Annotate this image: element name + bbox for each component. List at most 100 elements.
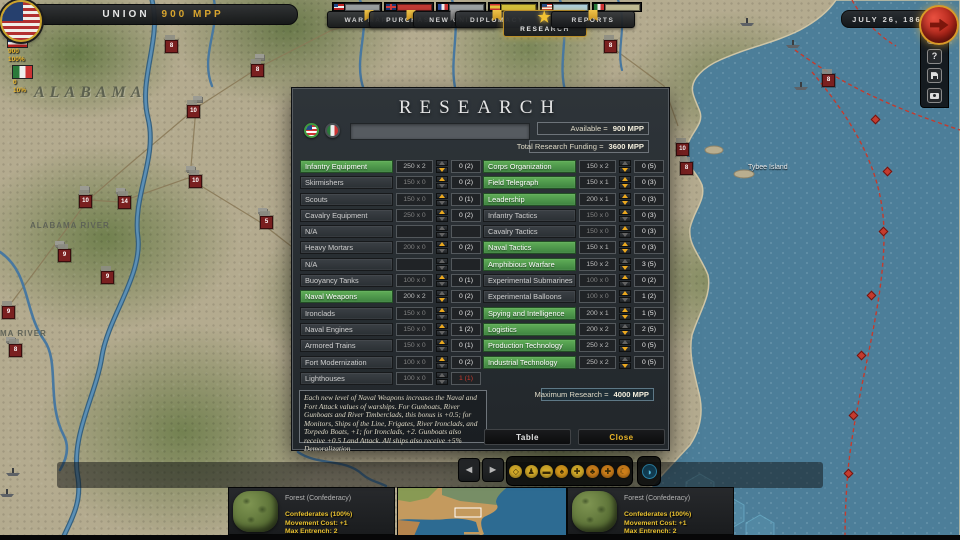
spinner-down-button[interactable]	[619, 297, 631, 303]
spinner-down-button[interactable]	[436, 216, 448, 222]
spinner-up-button[interactable]	[436, 307, 448, 313]
spinner-down-button[interactable]	[436, 183, 448, 189]
ship-unit[interactable]	[740, 18, 754, 26]
spinner-down-button[interactable]	[436, 265, 448, 271]
help-button[interactable]: ?	[927, 49, 942, 64]
map-unit[interactable]: 10	[189, 175, 202, 188]
spinner-down-button[interactable]	[619, 248, 631, 254]
spinner-down-button[interactable]	[619, 363, 631, 369]
research-name[interactable]: Infantry Equipment	[300, 160, 393, 173]
spinner-up-button[interactable]	[436, 323, 448, 329]
research-name[interactable]: N/A	[300, 225, 393, 238]
map-unit[interactable]: 8	[165, 40, 178, 53]
close-button[interactable]: Close	[578, 429, 665, 445]
research-name[interactable]: Lighthouses	[300, 372, 393, 385]
spinner-up-button[interactable]	[619, 160, 631, 166]
spinner-down-button[interactable]	[436, 363, 448, 369]
research-name[interactable]: Scouts	[300, 193, 393, 206]
spinner-down-button[interactable]	[619, 314, 631, 320]
map-toggle-icon[interactable]: ♟	[525, 465, 538, 478]
spinner-down-button[interactable]	[619, 330, 631, 336]
research-name[interactable]: Logistics	[483, 323, 576, 336]
map-unit[interactable]: 8	[604, 40, 617, 53]
spinner-up-button[interactable]	[436, 339, 448, 345]
map-toggle-icon[interactable]: ▬	[540, 465, 553, 478]
research-name[interactable]: Buoyancy Tanks	[300, 274, 393, 287]
map-unit[interactable]: 9	[58, 249, 71, 262]
research-name[interactable]: Fort Modernization	[300, 356, 393, 369]
spinner-up-button[interactable]	[436, 193, 448, 199]
research-name[interactable]: Experimental Balloons	[483, 290, 576, 303]
table-button[interactable]: Table	[484, 429, 571, 445]
spinner-up-button[interactable]	[619, 209, 631, 215]
research-name[interactable]: Naval Engines	[300, 323, 393, 336]
usa-flag-button[interactable]	[304, 123, 319, 138]
minimap[interactable]	[397, 487, 567, 537]
spinner-up-button[interactable]	[436, 225, 448, 231]
research-name[interactable]: Infantry Tactics	[483, 209, 576, 222]
spinner-down-button[interactable]	[619, 216, 631, 222]
research-name[interactable]: Amphibious Warfare	[483, 258, 576, 271]
spinner-down-button[interactable]	[436, 200, 448, 206]
research-name[interactable]: Skirmishers	[300, 176, 393, 189]
ship-unit[interactable]	[6, 468, 20, 476]
spinner-up-button[interactable]	[619, 225, 631, 231]
map-toggle-icon[interactable]: ☾	[617, 465, 630, 478]
map-unit[interactable]: 14	[118, 196, 131, 209]
save-button[interactable]	[927, 68, 942, 83]
research-name[interactable]: Experimental Submarines	[483, 274, 576, 287]
research-name[interactable]: Armored Trains	[300, 339, 393, 352]
map-unit[interactable]: 9	[101, 271, 114, 284]
map-unit[interactable]: 10	[79, 195, 92, 208]
info-toggle-button[interactable]: ◑	[637, 456, 661, 486]
map-unit[interactable]: 8	[822, 74, 835, 87]
spinner-down-button[interactable]	[436, 281, 448, 287]
research-name[interactable]: Spying and Intelligence	[483, 307, 576, 320]
spinner-down-button[interactable]	[436, 379, 448, 385]
country-select-bar[interactable]	[350, 123, 530, 140]
spinner-down-button[interactable]	[619, 200, 631, 206]
spinner-down-button[interactable]	[619, 346, 631, 352]
spinner-down-button[interactable]	[436, 330, 448, 336]
spinner-up-button[interactable]	[619, 241, 631, 247]
spinner-up-button[interactable]	[619, 274, 631, 280]
spinner-up-button[interactable]	[619, 323, 631, 329]
research-name[interactable]: Field Telegraph	[483, 176, 576, 189]
spinner-up-button[interactable]	[436, 290, 448, 296]
research-name[interactable]: Leadership	[483, 193, 576, 206]
next-unit-button[interactable]: ►	[482, 458, 504, 482]
ship-unit[interactable]	[786, 40, 800, 48]
map-toggle-icon[interactable]: ♣	[586, 465, 599, 478]
map-unit[interactable]: 8	[9, 344, 22, 357]
spinner-down-button[interactable]	[436, 232, 448, 238]
spinner-up-button[interactable]	[436, 258, 448, 264]
ship-unit[interactable]	[794, 82, 808, 90]
map-toggle-icon[interactable]: ◇	[509, 465, 522, 478]
ship-unit[interactable]	[0, 489, 14, 497]
spinner-down-button[interactable]	[619, 183, 631, 189]
spinner-down-button[interactable]	[436, 346, 448, 352]
spinner-up-button[interactable]	[619, 339, 631, 345]
menu-button[interactable]: Reports	[551, 11, 635, 28]
research-name[interactable]: Cavalry Tactics	[483, 225, 576, 238]
map-unit[interactable]: 5	[260, 216, 273, 229]
end-turn-button[interactable]	[919, 5, 959, 45]
screenshot-button[interactable]	[927, 88, 942, 103]
union-flag-emblem[interactable]	[0, 0, 42, 42]
spinner-down-button[interactable]	[436, 314, 448, 320]
research-name[interactable]: N/A	[300, 258, 393, 271]
spinner-up-button[interactable]	[619, 176, 631, 182]
research-name[interactable]: Corps Organization	[483, 160, 576, 173]
research-name[interactable]: Naval Weapons	[300, 290, 393, 303]
research-name[interactable]: Production Technology	[483, 339, 576, 352]
spinner-up-button[interactable]	[436, 372, 448, 378]
spinner-up-button[interactable]	[436, 160, 448, 166]
research-name[interactable]: Industrial Technology	[483, 356, 576, 369]
spinner-up-button[interactable]	[619, 258, 631, 264]
map-unit[interactable]: 10	[187, 105, 200, 118]
map-unit[interactable]: 8	[251, 64, 264, 77]
spinner-down-button[interactable]	[436, 167, 448, 173]
spinner-down-button[interactable]	[436, 297, 448, 303]
spinner-up-button[interactable]	[619, 356, 631, 362]
map-unit[interactable]: 9	[2, 306, 15, 319]
